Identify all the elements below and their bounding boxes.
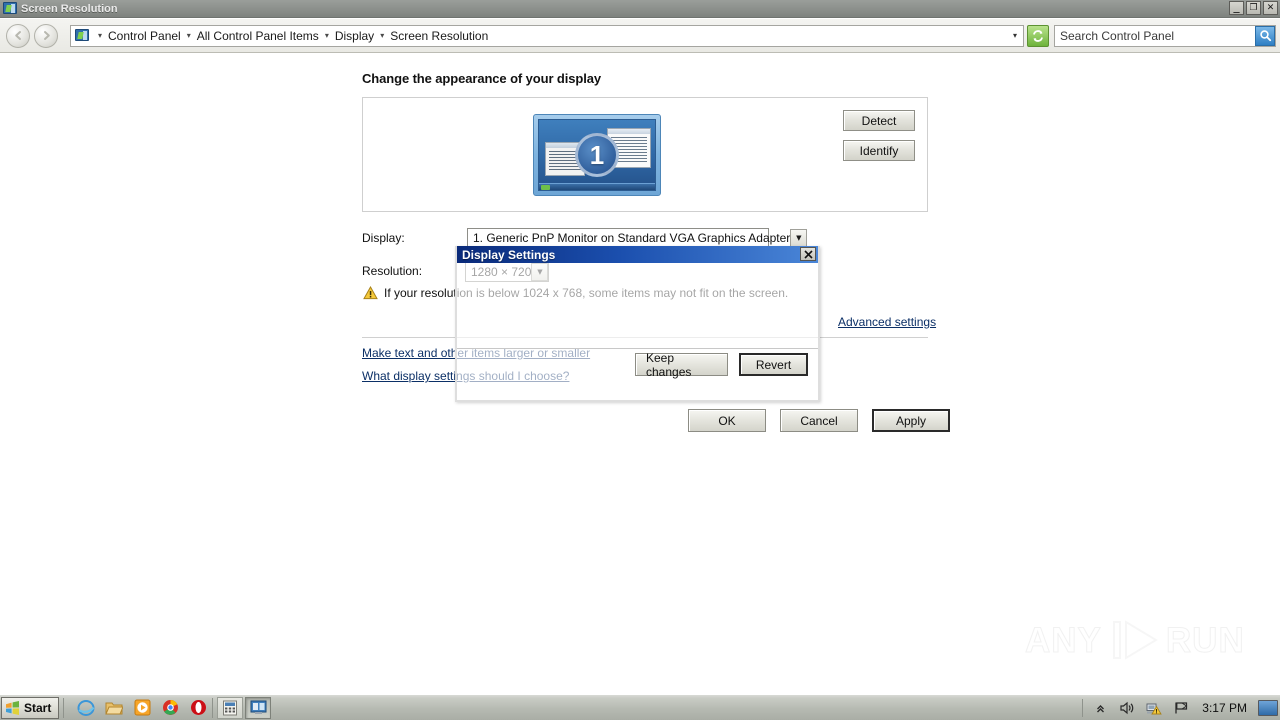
display-select[interactable]: 1. Generic PnP Monitor on Standard VGA G…	[467, 228, 808, 248]
refresh-button[interactable]	[1027, 24, 1049, 47]
preview-taskbar	[539, 183, 655, 190]
chevron-down-icon[interactable]: ▾	[1013, 31, 1017, 40]
dialog-body: Keep changes Revert	[457, 263, 818, 400]
taskbar-icon-internet-explorer[interactable]	[76, 698, 96, 718]
breadcrumb-separator[interactable]: ▾	[376, 31, 388, 40]
window-titlebar: Screen Resolution _ ❐ ✕	[0, 0, 1280, 18]
display-label: Display:	[362, 231, 405, 245]
display-settings-dialog: Display Settings Keep changes Revert	[455, 246, 820, 402]
action-center-flag-icon[interactable]	[1171, 698, 1191, 718]
chevron-down-icon[interactable]: ▼	[790, 229, 808, 247]
search-box[interactable]	[1054, 24, 1276, 47]
breadcrumb-item-screen-resolution[interactable]: Screen Resolution	[388, 29, 490, 43]
display-icon	[3, 1, 17, 16]
start-button[interactable]: Start	[1, 696, 60, 719]
taskbar-icon-file-explorer[interactable]	[104, 698, 124, 718]
minimize-button[interactable]: _	[1229, 0, 1244, 15]
forward-button[interactable]	[34, 23, 58, 48]
volume-icon[interactable]	[1117, 698, 1137, 718]
taskbar-icon-chrome[interactable]	[160, 698, 180, 718]
address-display-icon	[75, 28, 91, 43]
taskbar-task-calculator[interactable]	[217, 696, 244, 719]
resolution-label: Resolution:	[362, 264, 423, 278]
quick-launch-bar	[76, 698, 208, 718]
identify-button[interactable]: Identify	[843, 140, 915, 161]
navigation-bar: ▾ Control Panel ▾ All Control Panel Item…	[0, 19, 1280, 53]
breadcrumb-item-all-control-panel-items[interactable]: All Control Panel Items	[195, 29, 321, 43]
page-title: Change the appearance of your display	[362, 71, 602, 86]
taskbar-divider	[212, 697, 214, 718]
breadcrumb-separator[interactable]: ▾	[94, 31, 106, 40]
apply-button[interactable]: Apply	[872, 409, 950, 432]
detect-button[interactable]: Detect	[843, 110, 915, 131]
restore-icon: ❐	[1249, 3, 1258, 13]
advanced-settings-link[interactable]: Advanced settings	[838, 315, 936, 329]
window-controls: _ ❐ ✕	[1229, 0, 1278, 15]
dialog-titlebar: Display Settings	[457, 246, 818, 263]
system-tray: 3:17 PM	[1082, 695, 1280, 720]
start-button-label: Start	[24, 700, 52, 715]
network-warning-icon[interactable]	[1144, 698, 1164, 718]
ok-button[interactable]: OK	[688, 409, 766, 432]
dialog-close-button[interactable]	[800, 247, 816, 261]
keep-changes-button[interactable]: Keep changes	[635, 351, 728, 379]
dialog-title: Display Settings	[462, 247, 556, 262]
search-input[interactable]	[1055, 26, 1255, 45]
taskbar-icon-media-player[interactable]	[132, 698, 152, 718]
tray-chevron-icon[interactable]	[1090, 698, 1110, 718]
search-icon[interactable]	[1255, 25, 1275, 46]
address-bar[interactable]: ▾ Control Panel ▾ All Control Panel Item…	[70, 24, 1024, 47]
taskbar-divider	[63, 697, 65, 718]
taskbar-task-screen-resolution[interactable]	[245, 696, 272, 719]
taskbar: Start 3:17 PM	[0, 694, 1280, 720]
minimize-icon: _	[1233, 0, 1240, 13]
show-desktop-button[interactable]	[1258, 700, 1278, 716]
breadcrumb-separator[interactable]: ▾	[183, 31, 195, 40]
taskbar-icon-opera[interactable]	[188, 698, 208, 718]
back-button[interactable]	[6, 23, 30, 48]
windows-logo-icon	[5, 700, 20, 715]
restore-button[interactable]: ❐	[1246, 1, 1261, 15]
display-select-value: 1. Generic PnP Monitor on Standard VGA G…	[473, 231, 791, 245]
tray-divider	[1082, 699, 1084, 717]
revert-button[interactable]: Revert	[739, 353, 808, 376]
taskbar-clock[interactable]: 3:17 PM	[1198, 701, 1251, 715]
screen-root: Screen Resolution _ ❐ ✕ ▾ Control Panel …	[0, 0, 1280, 720]
close-button[interactable]: ✕	[1263, 1, 1278, 15]
close-icon: ✕	[1266, 3, 1275, 13]
window-title: Screen Resolution	[21, 2, 118, 15]
breadcrumb-separator[interactable]: ▾	[321, 31, 333, 40]
dialog-divider	[457, 348, 818, 349]
breadcrumb-item-control-panel[interactable]: Control Panel	[106, 29, 183, 43]
monitor-1-preview[interactable]: 1	[533, 114, 661, 196]
footer-button-row: OK Cancel Apply	[688, 409, 950, 432]
monitor-number: 1	[575, 133, 619, 177]
dialog-button-row: Keep changes Revert	[635, 351, 808, 379]
breadcrumb-item-display[interactable]: Display	[333, 29, 376, 43]
warning-triangle-icon	[363, 286, 378, 300]
cancel-button[interactable]: Cancel	[780, 409, 858, 432]
